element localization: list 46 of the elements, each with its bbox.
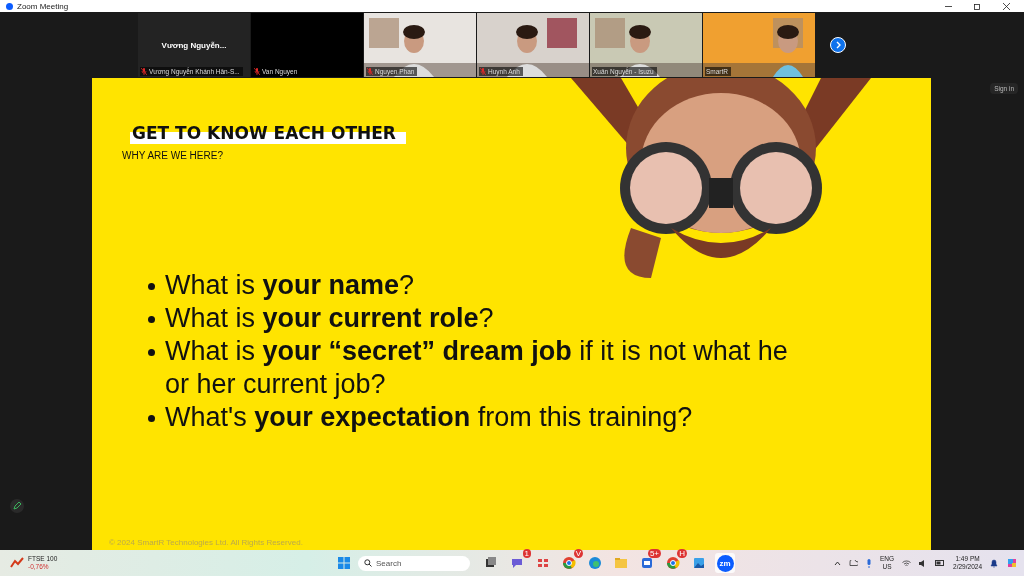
copilot-icon[interactable]	[1006, 557, 1018, 569]
battery-icon[interactable]	[935, 560, 946, 566]
muted-mic-icon	[254, 68, 260, 75]
muted-mic-icon	[480, 68, 486, 75]
next-page-button[interactable]	[830, 37, 846, 53]
cloud-icon[interactable]	[849, 560, 858, 566]
taskbar-app-button[interactable]: zm	[715, 553, 735, 573]
window-stack-icon	[484, 556, 498, 570]
grid-icon	[536, 556, 550, 570]
photo-icon	[692, 556, 706, 570]
bullet-text: What is your current role?	[165, 302, 494, 335]
annotate-button[interactable]	[10, 499, 24, 513]
notification-badge: H	[677, 549, 687, 558]
bullet-text: What is your “secret” dream job if it is not what he or her current job?	[165, 335, 789, 401]
stock-widget-icon[interactable]	[10, 557, 24, 569]
slide-subheading: WHY ARE WE HERE?	[122, 150, 224, 161]
chevron-up-icon[interactable]	[834, 560, 841, 566]
bullet-dot	[148, 316, 155, 323]
bullet-dot	[148, 415, 155, 422]
start-icon[interactable]	[338, 557, 350, 569]
microphone-icon[interactable]	[866, 558, 872, 568]
notification-badge: 5+	[647, 549, 661, 558]
folder-icon	[614, 556, 628, 570]
bullet-dot	[148, 283, 155, 290]
calendar-icon	[640, 556, 654, 570]
muted-mic-icon	[141, 68, 147, 75]
window-title: Zoom Meeting	[17, 1, 70, 11]
bell-icon[interactable]	[990, 558, 998, 568]
close-icon[interactable]	[1003, 2, 1010, 10]
maximize-icon[interactable]	[974, 2, 981, 10]
bullet-text: What is your name?	[165, 269, 415, 302]
notification-badge: 1	[522, 549, 531, 558]
search-field[interactable]: Search	[358, 555, 470, 571]
app-logo-icon	[6, 2, 13, 10]
bullet-text: What's your expectation from this training?	[165, 401, 693, 434]
chevron-right-icon	[834, 41, 842, 49]
bullet-dot	[148, 349, 155, 356]
search-icon	[364, 559, 372, 567]
wifi-icon[interactable]	[902, 559, 912, 567]
copyright-text: © 2024 SmartR Technologies Ltd. All Rights Reserved.	[109, 538, 303, 547]
chrome-icon	[562, 556, 576, 570]
participant-name: Vương Nguyễn...	[161, 40, 227, 50]
chat-icon	[510, 556, 524, 570]
muted-mic-icon	[367, 68, 373, 75]
notification-badge: V	[573, 549, 583, 558]
chrome-icon	[666, 556, 680, 570]
